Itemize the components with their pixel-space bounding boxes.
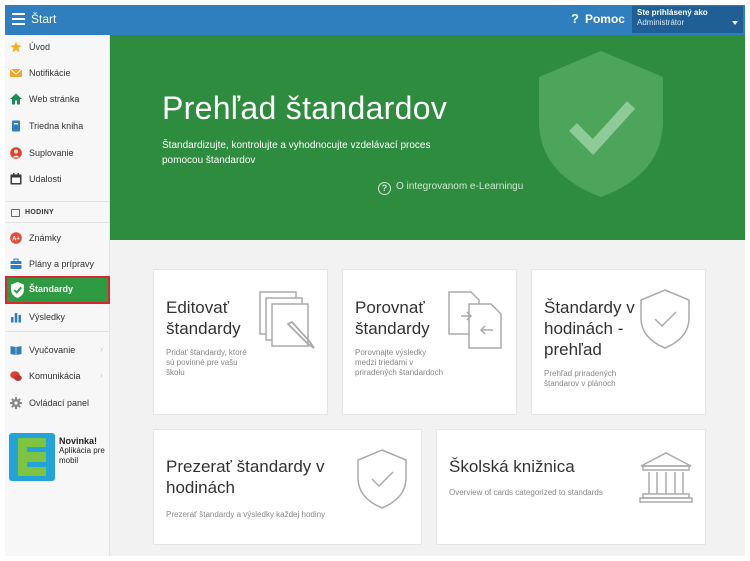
sidebar-item-plany-a-pripravy[interactable]: Plány a prípravy bbox=[5, 252, 110, 276]
sidebar-item-label: Vyučovanie bbox=[29, 345, 76, 355]
sidebar-item-label: Suplovanie bbox=[29, 148, 74, 158]
mobile-app-promo[interactable]: Novinka! Aplikácia pre mobil bbox=[9, 433, 109, 483]
card-title: Prezerať štandardy v hodinách bbox=[166, 457, 325, 497]
hero-description: Štandardizujte, kontrolujte a vyhodnocuj… bbox=[162, 140, 431, 166]
sidebar-item-komunikacia[interactable]: Komunikácia › bbox=[5, 364, 110, 388]
divider bbox=[5, 331, 110, 332]
page-title: Štart bbox=[31, 12, 57, 26]
top-bar: Štart ? Pomoc Ste prihlásený ako Administ… bbox=[5, 5, 745, 35]
sidebar-item-standardy[interactable]: Štandardy bbox=[5, 276, 110, 304]
gear-icon bbox=[10, 397, 22, 409]
menu-icon[interactable] bbox=[12, 13, 25, 25]
sidebar-item-suplovanie[interactable]: Suplovanie bbox=[5, 141, 110, 165]
sidebar-item-vysledky[interactable]: Výsledky bbox=[5, 305, 110, 329]
user-caption: Ste prihlásený ako bbox=[637, 8, 708, 17]
sidebar-item-triedna-kniha[interactable]: Triedna kniha bbox=[5, 114, 110, 138]
sidebar-item-label: Známky bbox=[29, 233, 62, 243]
calendar-icon bbox=[10, 173, 22, 185]
sidebar-item-label: Web stránka bbox=[29, 94, 80, 104]
sidebar-item-label: Plány a prípravy bbox=[29, 259, 95, 269]
chat-icon bbox=[10, 371, 22, 381]
svg-text:A+: A+ bbox=[12, 237, 20, 243]
star-icon bbox=[10, 41, 22, 53]
question-circle-icon: ? bbox=[378, 182, 391, 195]
card-standardy-v-hodinach-prehlad[interactable]: Štandardy v hodinách - prehľad Prehľad p… bbox=[531, 269, 706, 415]
sidebar-item-web-stranka[interactable]: Web stránka bbox=[5, 87, 110, 111]
sidebar-item-label: Notifikácie bbox=[29, 68, 71, 78]
home-icon bbox=[10, 93, 22, 105]
card-skolska-kniznica[interactable]: Školská knižnica Overview of cards categ… bbox=[436, 429, 706, 545]
help-icon: ? bbox=[571, 11, 579, 26]
chevron-right-icon: › bbox=[100, 344, 103, 354]
sidebar-section-hodiny: HODINY bbox=[5, 201, 110, 223]
edit-documents-icon bbox=[259, 291, 315, 349]
card-title: Štandardy v hodinách - prehľad bbox=[544, 298, 635, 359]
elearning-info-link[interactable]: ? O integrovanom e-Learningu bbox=[378, 181, 523, 195]
sidebar-item-udalosti[interactable]: Udalosti bbox=[5, 167, 110, 191]
hero-title: Prehľad štandardov bbox=[162, 90, 448, 126]
app-frame: Štart ? Pomoc Ste prihlásený ako Administ… bbox=[5, 5, 745, 556]
section-icon bbox=[11, 209, 20, 217]
sidebar-item-label: Výsledky bbox=[29, 312, 66, 322]
section-label: HODINY bbox=[25, 209, 55, 216]
card-porovnat-standardy[interactable]: Porovnať štandardy Porovnajte výsledky m… bbox=[342, 269, 517, 415]
sidebar-item-vyucovanie[interactable]: Vyučovanie › bbox=[5, 338, 110, 362]
card-prezerat-standardy-v-hodinach[interactable]: Prezerať štandardy v hodinách Prezerať š… bbox=[153, 429, 422, 545]
sidebar-item-label: Komunikácia bbox=[29, 371, 81, 381]
card-description: Overview of cards categorized to standar… bbox=[449, 488, 603, 497]
user-menu[interactable]: Ste prihlásený ako Administrátor bbox=[632, 6, 743, 33]
link-label: O integrovanom e-Learningu bbox=[396, 181, 524, 192]
help-label: Pomoc bbox=[584, 12, 625, 26]
user-role: Administrátor bbox=[637, 18, 685, 27]
shield-check-icon bbox=[640, 289, 690, 349]
sidebar-item-label: Udalosti bbox=[29, 174, 62, 184]
grades-icon: A+ bbox=[10, 232, 22, 244]
briefcase-icon bbox=[10, 258, 22, 269]
hero-banner: Prehľad štandardov Štandardizujte, kontr… bbox=[110, 35, 745, 240]
sidebar-item-ovladaci-panel[interactable]: Ovládací panel bbox=[5, 391, 110, 415]
card-description: Prehľad priradených štandarov v plánoch bbox=[544, 369, 617, 388]
shield-check-icon bbox=[11, 281, 24, 299]
book-icon bbox=[12, 120, 20, 132]
sidebar-item-notifikacie[interactable]: Notifikácie bbox=[5, 61, 110, 85]
card-title: Školská knižnica bbox=[449, 457, 575, 476]
card-title: Editovať štandardy bbox=[166, 298, 241, 338]
card-description: Pridať štandardy, ktoré sú povinné pre v… bbox=[166, 348, 247, 377]
chevron-down-icon bbox=[732, 21, 738, 25]
sidebar-item-label: Ovládací panel bbox=[29, 398, 90, 408]
shield-check-icon bbox=[357, 449, 407, 509]
help-button[interactable]: ? Pomoc bbox=[571, 11, 625, 26]
sidebar: Úvod Notifikácie Web stránka Triedna kni… bbox=[5, 35, 110, 556]
card-title: Porovnať štandardy bbox=[355, 298, 430, 338]
envelope-icon bbox=[10, 68, 22, 77]
chevron-right-icon: › bbox=[100, 370, 103, 380]
sidebar-item-label: Úvod bbox=[29, 42, 51, 52]
card-editovat-standardy[interactable]: Editovať štandardy Pridať štandardy, kto… bbox=[153, 269, 328, 415]
bar-chart-icon bbox=[11, 313, 21, 323]
open-book-icon bbox=[10, 346, 22, 355]
person-icon bbox=[10, 147, 22, 159]
compare-documents-icon bbox=[448, 291, 502, 349]
card-description: Prezerať štandardy a výsledky každej hod… bbox=[166, 510, 326, 519]
promo-text: Aplikácia pre mobil bbox=[59, 446, 105, 465]
library-icon bbox=[639, 452, 693, 503]
edupage-logo-icon bbox=[9, 433, 55, 481]
sidebar-item-znamky[interactable]: A+ Známky bbox=[5, 226, 110, 250]
card-description: Porovnajte výsledky medzi triedami v pri… bbox=[355, 348, 444, 377]
sidebar-item-uvod[interactable]: Úvod bbox=[5, 35, 110, 59]
sidebar-item-label: Triedna kniha bbox=[29, 121, 84, 131]
shield-check-icon bbox=[539, 51, 663, 197]
sidebar-item-label: Štandardy bbox=[29, 284, 74, 294]
promo-title: Novinka! bbox=[59, 436, 98, 446]
